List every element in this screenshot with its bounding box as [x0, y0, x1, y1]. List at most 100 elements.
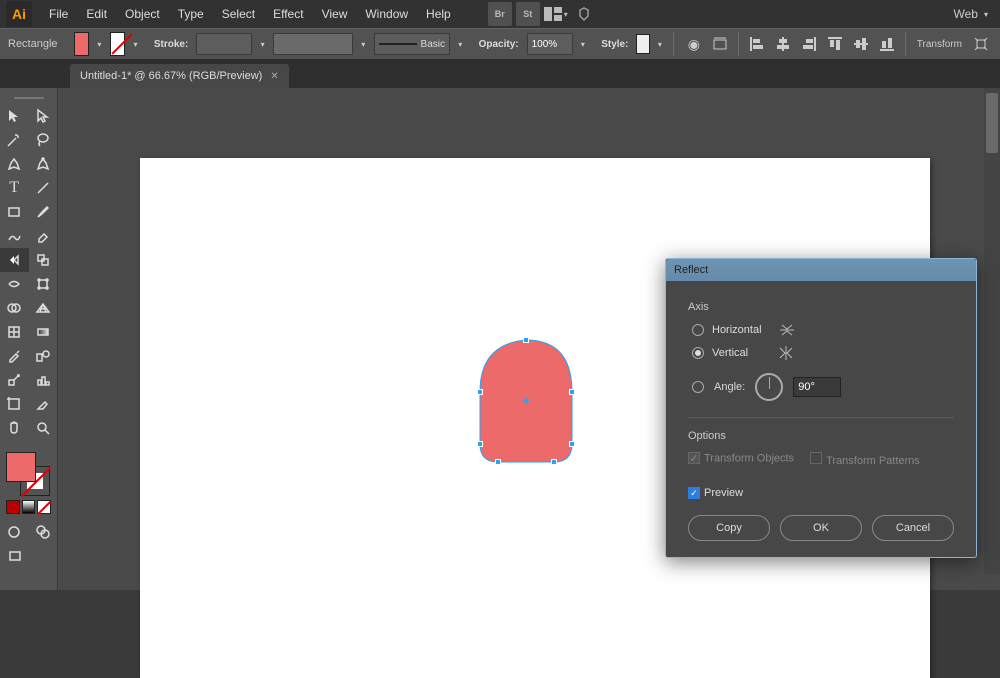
symbol-sprayer-tool[interactable] — [0, 368, 29, 392]
stock-icon[interactable]: St — [516, 2, 540, 26]
axis-vertical-option[interactable]: Vertical — [692, 345, 954, 361]
artboard-tool[interactable] — [0, 392, 29, 416]
gradient-mode-icon[interactable] — [22, 500, 36, 514]
lasso-tool[interactable] — [29, 128, 58, 152]
stroke-weight-dropdown[interactable]: ▾ — [258, 32, 267, 56]
screen-mode-icon[interactable] — [0, 544, 29, 568]
anchor-point[interactable] — [523, 337, 529, 343]
menu-select[interactable]: Select — [213, 0, 264, 28]
menu-type[interactable]: Type — [169, 0, 213, 28]
free-transform-tool[interactable] — [29, 272, 58, 296]
eraser-tool[interactable] — [29, 224, 58, 248]
cancel-button[interactable]: Cancel — [872, 515, 954, 541]
pen-tool[interactable] — [0, 152, 29, 176]
line-tool[interactable] — [29, 176, 58, 200]
horizontal-label: Horizontal — [712, 324, 762, 336]
menu-edit[interactable]: Edit — [77, 0, 116, 28]
graphic-style-swatch[interactable] — [636, 34, 649, 54]
recolor-icon[interactable]: ◉ — [683, 33, 705, 55]
gradient-tool[interactable] — [29, 320, 58, 344]
stroke-weight-input[interactable] — [196, 33, 252, 55]
brush-definition[interactable]: Basic — [374, 33, 450, 55]
menu-help[interactable]: Help — [417, 0, 460, 28]
slice-tool[interactable] — [29, 392, 58, 416]
isolate-icon[interactable] — [970, 33, 992, 55]
menu-object[interactable]: Object — [116, 0, 169, 28]
axis-angle-option[interactable]: Angle: — [692, 373, 954, 401]
transform-objects-label: Transform Objects — [704, 453, 794, 465]
selected-shape[interactable]: ✦ — [476, 336, 576, 466]
anchor-point[interactable] — [477, 389, 483, 395]
copy-button[interactable]: Copy — [688, 515, 770, 541]
anchor-point[interactable] — [569, 441, 575, 447]
zoom-tool[interactable] — [29, 416, 58, 440]
fill-dropdown[interactable]: ▾ — [95, 32, 104, 56]
color-mode-icon[interactable] — [6, 500, 20, 514]
anchor-point[interactable] — [569, 389, 575, 395]
fill-swatch[interactable] — [74, 32, 90, 56]
stroke-dropdown[interactable]: ▾ — [131, 32, 140, 56]
align-left-icon[interactable] — [746, 33, 768, 55]
blend-tool[interactable] — [29, 344, 58, 368]
rectangle-tool[interactable] — [0, 200, 29, 224]
brush-dropdown[interactable]: ▾ — [456, 32, 465, 56]
menu-file[interactable]: File — [40, 0, 77, 28]
mesh-tool[interactable] — [0, 320, 29, 344]
fill-stroke-indicator[interactable] — [0, 448, 58, 498]
transform-link[interactable]: Transform — [917, 39, 962, 50]
draw-normal-icon[interactable] — [0, 520, 29, 544]
align-right-icon[interactable] — [798, 33, 820, 55]
type-tool[interactable]: T — [0, 176, 29, 200]
menu-window[interactable]: Window — [356, 0, 417, 28]
hand-tool[interactable] — [0, 416, 29, 440]
var-width-profile[interactable] — [273, 33, 353, 55]
anchor-point[interactable] — [551, 459, 557, 465]
align-bottom-icon[interactable] — [876, 33, 898, 55]
gpu-icon[interactable] — [572, 2, 596, 26]
shaper-tool[interactable] — [0, 224, 29, 248]
arrange-docs-icon[interactable]: ▾ — [544, 2, 568, 26]
vertical-scrollbar[interactable] — [984, 88, 1000, 574]
panel-grip[interactable] — [0, 94, 57, 102]
workspace-switcher[interactable]: Web▾ — [948, 7, 994, 21]
preview-checkbox[interactable]: ✓ Preview — [688, 487, 954, 499]
column-graph-tool[interactable] — [29, 368, 58, 392]
document-tab[interactable]: Untitled-1* @ 66.67% (RGB/Preview) ✕ — [70, 64, 289, 88]
scale-tool[interactable] — [29, 248, 58, 272]
menu-effect[interactable]: Effect — [264, 0, 312, 28]
bridge-icon[interactable]: Br — [488, 2, 512, 26]
perspective-grid-tool[interactable] — [29, 296, 58, 320]
eyedropper-tool[interactable] — [0, 344, 29, 368]
magic-wand-tool[interactable] — [0, 128, 29, 152]
shape-builder-tool[interactable] — [0, 296, 29, 320]
rotate-tool[interactable] — [0, 248, 29, 272]
ok-button[interactable]: OK — [780, 515, 862, 541]
align-hcenter-icon[interactable] — [772, 33, 794, 55]
scrollbar-thumb[interactable] — [986, 93, 998, 153]
opacity-dropdown[interactable]: ▾ — [579, 32, 588, 56]
anchor-point[interactable] — [477, 441, 483, 447]
align-vcenter-icon[interactable] — [850, 33, 872, 55]
angle-input[interactable] — [793, 377, 841, 397]
selection-tool[interactable] — [0, 104, 29, 128]
draw-behind-icon[interactable] — [29, 520, 58, 544]
menu-view[interactable]: View — [313, 0, 357, 28]
paintbrush-tool[interactable] — [29, 200, 58, 224]
fill-color[interactable] — [6, 452, 36, 482]
angle-dial[interactable] — [755, 373, 783, 401]
axis-horizontal-option[interactable]: Horizontal — [692, 323, 954, 337]
width-tool[interactable] — [0, 272, 29, 296]
anchor-point[interactable] — [495, 459, 501, 465]
vertical-label: Vertical — [712, 347, 748, 359]
dialog-titlebar[interactable]: Reflect — [666, 259, 976, 281]
stroke-swatch[interactable] — [110, 32, 126, 56]
close-tab-icon[interactable]: ✕ — [270, 71, 278, 82]
opacity-input[interactable] — [527, 33, 573, 55]
align-top-icon[interactable] — [824, 33, 846, 55]
style-dropdown[interactable]: ▾ — [656, 32, 665, 56]
var-width-dropdown[interactable]: ▾ — [359, 32, 368, 56]
direct-selection-tool[interactable] — [29, 104, 58, 128]
align-artboard-icon[interactable] — [709, 33, 731, 55]
curvature-tool[interactable] — [29, 152, 58, 176]
none-mode-icon[interactable] — [37, 500, 51, 514]
